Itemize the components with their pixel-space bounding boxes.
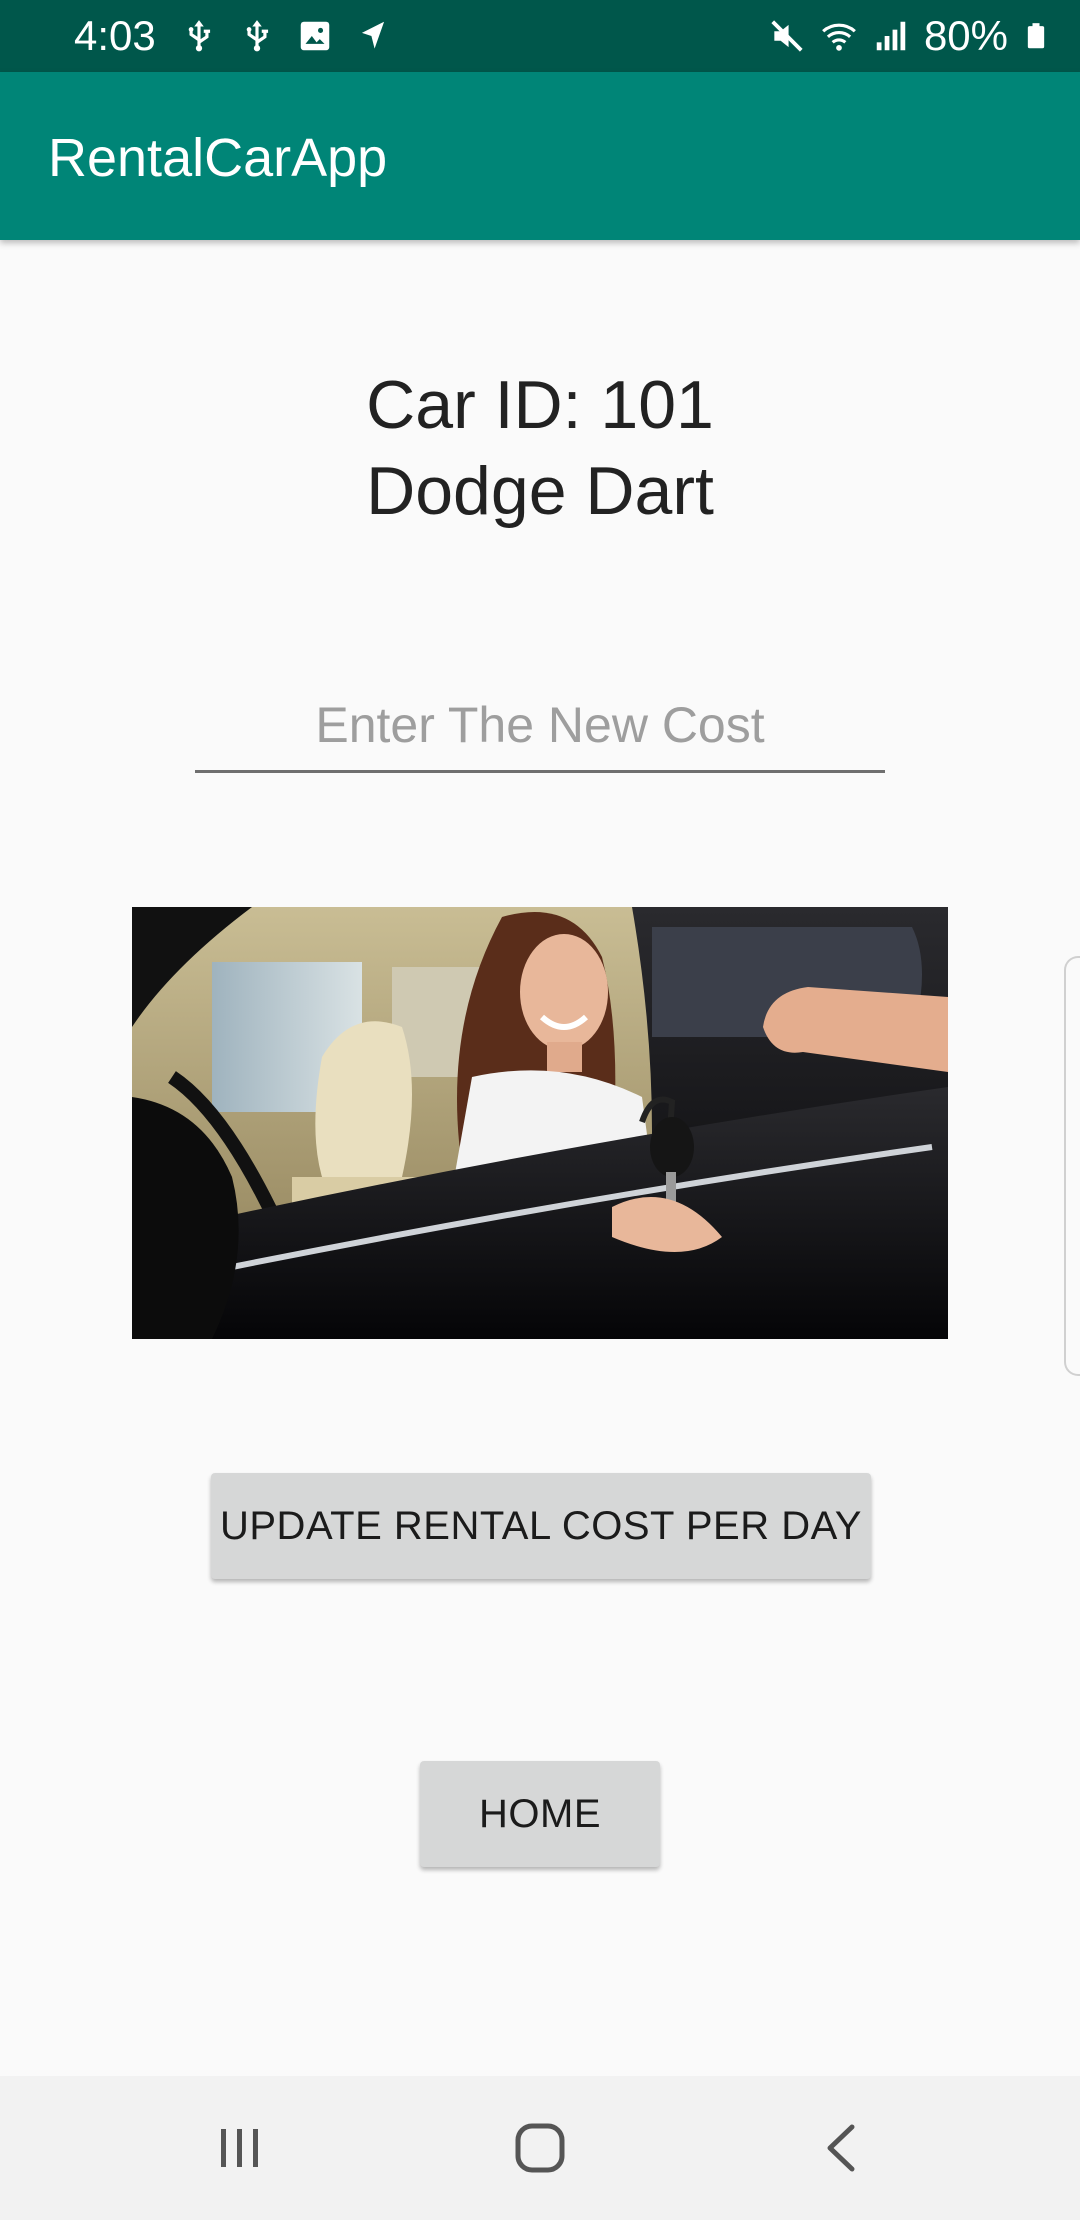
- back-icon: [827, 2124, 855, 2172]
- navigation-bar: [0, 2076, 1080, 2220]
- app-title: RentalCarApp: [48, 128, 388, 188]
- car-keys-photo: [132, 907, 948, 1339]
- status-bar: 4:03 80%: [0, 0, 1080, 72]
- app-bar: RentalCarApp: [0, 72, 1080, 240]
- home-nav-button[interactable]: [440, 2076, 640, 2220]
- recents-button[interactable]: [140, 2076, 340, 2220]
- update-rental-cost-button[interactable]: UPDATE RENTAL COST PER DAY: [211, 1473, 871, 1579]
- notification-icons: [180, 16, 392, 56]
- recents-icon: [221, 2129, 258, 2167]
- mute-icon: [771, 20, 803, 52]
- back-button[interactable]: [743, 2076, 943, 2220]
- edge-panel-handle[interactable]: [1064, 956, 1080, 1376]
- usb-icon: [188, 20, 211, 52]
- car-name-label: Dodge Dart: [366, 453, 714, 529]
- status-time: 4:03: [74, 12, 156, 59]
- navigation-icon: [361, 21, 385, 49]
- home-button[interactable]: HOME: [420, 1761, 660, 1867]
- battery-percent: 80%: [923, 12, 1008, 59]
- wifi-icon: [822, 23, 856, 51]
- car-header: Car ID: 101 Dodge Dart: [0, 362, 1080, 534]
- home-icon: [515, 2123, 565, 2173]
- new-cost-input[interactable]: [195, 680, 885, 773]
- battery-icon: [1027, 23, 1045, 49]
- image-icon: [300, 21, 330, 51]
- system-icons: 80%: [768, 10, 1050, 62]
- usb-icon: [246, 20, 269, 52]
- car-keys-illustration: [132, 907, 948, 1339]
- car-id-label: Car ID: 101: [366, 367, 714, 443]
- signal-icon: [876, 21, 906, 51]
